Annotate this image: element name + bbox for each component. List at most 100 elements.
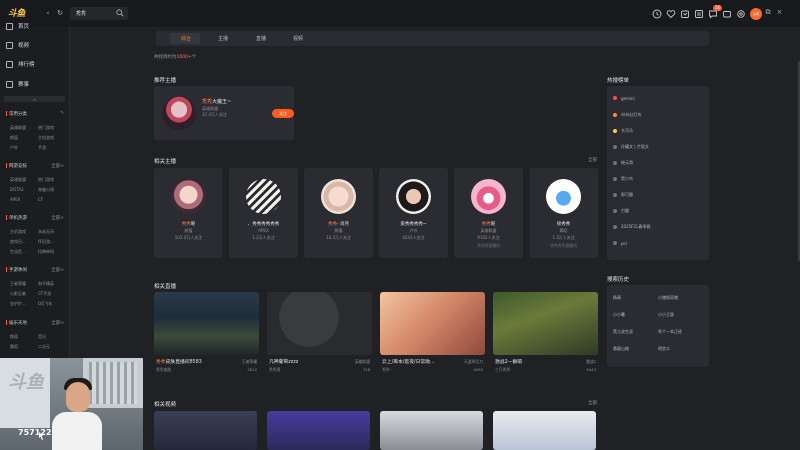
anchor-avatar[interactable] xyxy=(246,179,281,214)
category-link[interactable]: DOTA2 xyxy=(10,187,36,193)
category-link[interactable]: 和平精英 xyxy=(38,281,64,287)
tab-comprehensive[interactable]: 综合 xyxy=(181,35,191,42)
anchor-avatar[interactable] xyxy=(171,179,206,214)
category-link[interactable]: 永劫无间 xyxy=(38,229,64,235)
minimize-icon[interactable]: – xyxy=(756,8,760,17)
history-item[interactable]: 黑儿虎生虎 xyxy=(613,329,658,335)
category-link[interactable]: 户外 xyxy=(10,145,36,151)
message-notification[interactable]: 26 xyxy=(708,5,722,19)
history-clock-icon[interactable] xyxy=(652,9,662,19)
history-item[interactable]: 明宫义 xyxy=(658,346,703,352)
category-link[interactable]: 金铲铲... xyxy=(10,301,36,307)
history-item[interactable]: 小小王版 xyxy=(658,312,703,318)
category-link[interactable]: 怀旧游... xyxy=(38,239,64,245)
category-head-common[interactable]: 常用分类 ✎ xyxy=(6,111,64,118)
category-link[interactable]: 热门游戏 xyxy=(38,125,64,131)
anchor-name[interactable]: 秀秀呢 xyxy=(454,221,523,227)
live-card[interactable]: 激战2一群萌 激战2 三只秀秀 9443 xyxy=(493,292,598,380)
hot-search-item[interactable]: dshi幻灯鸟 xyxy=(613,111,641,119)
category-link[interactable]: 王者荣耀 xyxy=(10,281,36,287)
category-link[interactable]: 颜值 xyxy=(10,135,36,141)
douyu-logo[interactable]: 斗鱼 xyxy=(8,6,35,19)
category-more[interactable]: 全部> xyxy=(51,267,64,274)
live-title[interactable]: 激战2一群萌 xyxy=(495,358,522,365)
hot-search-item[interactable]: gemini xyxy=(613,94,635,102)
category-link[interactable]: 音乐 xyxy=(38,334,64,340)
anchor-avatar[interactable] xyxy=(546,179,581,214)
anchor-card[interactable]: 秀秀呢 英雄联盟 9102人关注 秀秀呢直播间 xyxy=(454,168,523,258)
anchor-card[interactable]: 、秀秀秀秀秀秀 APEX 1.2万人关注 xyxy=(229,168,298,258)
anchor-name[interactable]: 秀秀- 肖月 xyxy=(304,221,373,227)
hot-search-item[interactable]: 白猫 xyxy=(613,207,629,215)
sidebar-item-video[interactable]: 视频 xyxy=(6,40,29,50)
anchor-card[interactable]: 秀秀- 肖月 颜值 10.3万人关注 xyxy=(304,168,373,258)
video-thumbnail[interactable] xyxy=(380,411,483,450)
category-head-entertainment[interactable]: 娱乐天地 全部> xyxy=(6,320,64,327)
anchor-name[interactable]: 徐秀秀 xyxy=(529,221,598,227)
category-link[interactable]: 二次元 xyxy=(38,344,64,350)
category-more[interactable]: 全部> xyxy=(51,320,64,327)
task-icon[interactable] xyxy=(694,9,704,19)
category-more[interactable]: 全部> xyxy=(51,163,64,170)
tab-videos[interactable]: 视频 xyxy=(293,35,303,42)
history-item[interactable]: 杨倩 xyxy=(613,295,658,301)
live-card[interactable]: 凡神葡萄zzzz 英雄联盟 秀秀哥 718 xyxy=(267,292,372,380)
category-link[interactable]: 使命召... xyxy=(10,239,36,245)
category-link[interactable]: 手游 xyxy=(38,145,64,151)
anchor-card[interactable]: 秀秀呢 颜值 102.4万人关注 xyxy=(154,168,223,258)
category-link[interactable]: CF手游 xyxy=(38,291,64,297)
history-item[interactable]: 悬疑山楂 xyxy=(613,346,658,352)
category-link[interactable]: 舞蹈 xyxy=(10,344,36,350)
live-title[interactable]: 秀秀皮肤直播间8583 xyxy=(156,358,202,365)
category-link[interactable]: 拉跨单机 xyxy=(38,249,64,255)
anchor-avatar[interactable] xyxy=(471,179,506,214)
videos-more-link[interactable]: 全部 xyxy=(588,400,597,406)
anchor-avatar[interactable] xyxy=(162,96,196,130)
anchor-name[interactable]: 爱秀秀秀秀~ xyxy=(379,221,448,227)
category-link[interactable]: 主机游戏 xyxy=(10,229,36,235)
video-thumbnail[interactable] xyxy=(267,411,370,450)
anchor-name[interactable]: 秀秀大魔王~ xyxy=(202,98,231,105)
category-head-online[interactable]: 网游竞技 全部> xyxy=(6,163,64,170)
back-arrow-icon[interactable]: ‹ xyxy=(44,9,52,17)
anchor-card[interactable]: 爱秀秀秀秀~ 户外 4243人关注 xyxy=(379,168,448,258)
sidebar-collapse-button[interactable]: ︿ xyxy=(4,96,65,102)
hot-search-item[interactable]: 即可酸 xyxy=(613,191,633,199)
live-thumbnail[interactable] xyxy=(380,292,485,355)
live-title[interactable]: 云上/离本/逛夜/日常助... xyxy=(382,358,435,365)
close-icon[interactable]: × xyxy=(777,8,783,17)
anchor-card[interactable]: 徐秀秀 舞蹈 1.3万人关注 徐秀秀的直播间 xyxy=(529,168,598,258)
anchor-avatar[interactable] xyxy=(321,179,356,214)
hot-search-item[interactable]: 大司马 xyxy=(613,127,633,135)
sidebar-item-events[interactable]: 赛事 xyxy=(6,79,29,89)
anchor-name[interactable]: 秀秀呢 xyxy=(154,221,223,227)
category-link[interactable]: APEX xyxy=(10,197,36,202)
anchors-more-link[interactable]: 全部 xyxy=(588,157,597,163)
category-link[interactable]: 英雄联盟 xyxy=(10,177,36,183)
history-item[interactable]: 小小薯 xyxy=(613,312,658,318)
category-link[interactable]: CF xyxy=(38,197,64,202)
video-thumbnail[interactable] xyxy=(154,411,257,450)
hot-search-item[interactable]: 2025FCL春季赛 xyxy=(613,223,651,231)
live-card[interactable]: 秀秀皮肤直播间8583 王者荣耀 秀秀皮肤 3012 xyxy=(154,292,259,380)
hot-search-item[interactable]: 统元哥 xyxy=(613,159,633,167)
live-thumbnail[interactable] xyxy=(493,292,598,355)
settings-gear-icon[interactable] xyxy=(736,9,746,19)
edit-icon[interactable]: ✎ xyxy=(60,111,64,118)
gift-box-icon[interactable] xyxy=(680,9,690,19)
history-item[interactable]: 秀个一本正经 xyxy=(658,329,703,335)
live-thumbnail[interactable] xyxy=(154,292,259,355)
sidebar-item-home[interactable]: 首页 xyxy=(6,21,29,31)
category-more[interactable]: 全部> xyxy=(51,215,64,222)
refresh-icon[interactable]: ↻ xyxy=(56,9,64,17)
tab-anchors[interactable]: 主播 xyxy=(218,35,228,42)
category-link[interactable]: 火影忍者 xyxy=(10,291,36,297)
follow-heart-icon[interactable] xyxy=(666,9,676,19)
category-link[interactable]: 颜值 xyxy=(10,334,36,340)
category-link[interactable]: 穿越火线 xyxy=(38,187,64,193)
search-icon[interactable] xyxy=(116,9,124,17)
category-link[interactable]: 主机游戏 xyxy=(38,135,64,141)
hot-search-item[interactable]: 孙耀文 | 芒敖文 xyxy=(613,143,649,151)
category-link[interactable]: 热门游戏 xyxy=(38,177,64,183)
sidebar-item-ranking[interactable]: 排行榜 xyxy=(6,59,35,69)
